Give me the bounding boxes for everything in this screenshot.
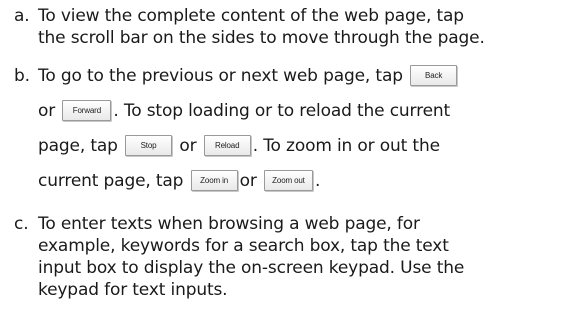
reload-button[interactable]: Reload	[203, 134, 251, 156]
forward-button[interactable]: Forward	[62, 99, 112, 121]
zoom-in-button[interactable]: Zoom in	[190, 169, 238, 191]
instruction-text: . To zoom in or out the	[252, 136, 440, 156]
instruction-line: the scroll bar on the sides to move thro…	[14, 27, 580, 49]
instruction-text: To view the complete content of the web …	[38, 6, 464, 26]
instruction-line: example, keywords for a search box, tap …	[14, 235, 580, 257]
instruction-line: a. To view the complete content of the we…	[14, 5, 580, 27]
instruction-item-c: c. To enter texts when browsing a web pag…	[14, 213, 580, 301]
instruction-text: input box to display the on-screen keypa…	[38, 258, 465, 278]
instruction-text: keypad for text inputs.	[38, 280, 228, 300]
item-marker: a.	[14, 6, 30, 26]
stop-button[interactable]: Stop	[125, 134, 173, 156]
instruction-text: or	[179, 136, 197, 156]
instruction-text: . To stop loading or to reload the curre…	[113, 101, 451, 121]
instruction-text: or	[239, 171, 257, 191]
zoom-out-button[interactable]: Zoom out	[263, 169, 313, 191]
instruction-text: example, keywords for a search box, tap …	[38, 236, 449, 256]
instruction-text: or	[38, 101, 56, 121]
instruction-text: To go to the previous or next web page, …	[38, 66, 403, 86]
instruction-text: the scroll bar on the sides to move thro…	[38, 28, 485, 48]
instruction-item-b: b. To go to the previous or next web page…	[14, 59, 580, 199]
instruction-line: input box to display the on-screen keypa…	[14, 257, 580, 279]
item-marker: b.	[14, 66, 30, 86]
instruction-line: page, tap Stop or Reload. To zoom in or …	[14, 129, 580, 164]
instruction-text: page, tap	[38, 136, 118, 156]
instruction-line: keypad for text inputs.	[14, 279, 580, 301]
instruction-item-a: a. To view the complete content of the we…	[14, 5, 580, 49]
instruction-text: current page, tap	[38, 171, 184, 191]
instruction-line: or Forward. To stop loading or to reload…	[14, 94, 580, 129]
instruction-line: b. To go to the previous or next web page…	[14, 59, 580, 94]
instruction-page: a. To view the complete content of the we…	[0, 0, 582, 336]
instruction-line: c. To enter texts when browsing a web pag…	[14, 213, 580, 235]
back-button[interactable]: Back	[410, 64, 458, 86]
instruction-text: To enter texts when browsing a web page,…	[38, 214, 420, 234]
item-marker: c.	[14, 214, 29, 234]
instruction-line: current page, tap Zoom in or Zoom out.	[14, 164, 580, 199]
instruction-text: .	[314, 171, 321, 191]
